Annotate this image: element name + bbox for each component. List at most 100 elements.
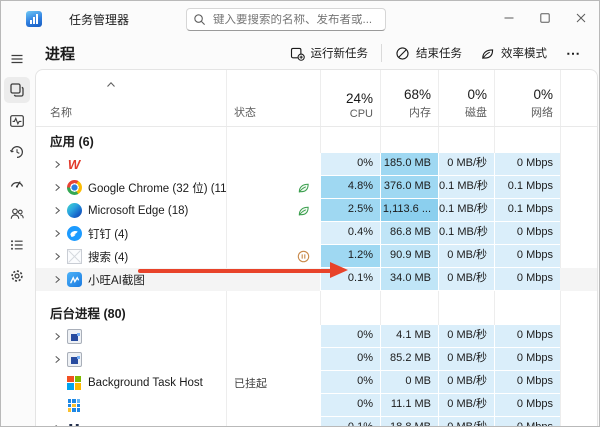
group-header-background-processes[interactable]: 后台进程 (80)	[36, 299, 597, 325]
memory-cell: 1,113.6 ...	[380, 199, 438, 222]
leaf-icon	[297, 204, 310, 217]
expand-chevron-icon[interactable]	[50, 275, 65, 284]
efficiency-mode-label: 效率模式	[501, 45, 547, 61]
sidebar-item-performance[interactable]	[4, 108, 30, 134]
network-cell: 0 Mbps	[494, 348, 560, 371]
annotation-arrow-head	[330, 262, 348, 278]
search-box[interactable]	[186, 8, 386, 31]
chrome-icon	[66, 180, 82, 196]
network-cell: 0 Mbps	[494, 325, 560, 348]
disk-cell: 0.1 MB/秒	[438, 199, 494, 222]
expand-chevron-icon[interactable]	[50, 332, 65, 341]
expand-chevron-icon[interactable]	[50, 160, 65, 169]
annotation-arrow-line	[138, 269, 332, 273]
maximize-icon	[540, 13, 550, 23]
expand-chevron-icon[interactable]	[50, 229, 65, 238]
column-header-memory[interactable]: 68% 内存	[380, 87, 438, 126]
group-header-apps[interactable]: 应用 (6)	[36, 127, 597, 153]
run-new-task-button[interactable]: 运行新任务	[281, 41, 378, 65]
table-row[interactable]: 钉钉 (4) 0.4% 86.8 MB 0.1 MB/秒 0 Mbps	[36, 222, 597, 245]
table-header: 名称 状态 24% CPU 68% 内存 0% 磁盘	[36, 70, 597, 127]
close-icon	[576, 13, 586, 23]
process-rows: 应用 (6) W 0% 185.0 MB 0 MB/秒 0 Mbps	[36, 127, 597, 427]
column-header-status[interactable]: 状态	[226, 104, 320, 126]
disk-cell: 0 MB/秒	[438, 153, 494, 176]
window-controls	[491, 1, 599, 35]
cpu-cell: 0%	[320, 325, 380, 348]
status-cell	[226, 245, 320, 268]
network-cell: 0 Mbps	[494, 417, 560, 427]
end-task-button[interactable]: 结束任务	[386, 41, 471, 65]
table-row[interactable]: 0.1% 18.8 MB 0 MB/秒 0 Mbps	[36, 417, 597, 427]
expand-chevron-icon[interactable]	[50, 206, 65, 215]
table-row[interactable]: Background Task Host 已挂起 0% 0 MB 0 MB/秒 …	[36, 371, 597, 394]
sidebar-item-services[interactable]	[4, 263, 30, 289]
table-row[interactable]: Microsoft Edge (18) 2.5% 1,113.6 ... 0.1…	[36, 199, 597, 222]
efficiency-mode-icon	[480, 46, 495, 61]
table-row[interactable]: W 0% 185.0 MB 0 MB/秒 0 Mbps	[36, 153, 597, 176]
network-cell: 0.1 Mbps	[494, 199, 560, 222]
memory-cell: 376.0 MB	[380, 176, 438, 199]
cpu-cell: 0%	[320, 394, 380, 417]
sidebar-item-users[interactable]	[4, 201, 30, 227]
network-cell: 0 Mbps	[494, 153, 560, 176]
memory-cell: 90.9 MB	[380, 245, 438, 268]
table-row[interactable]: Google Chrome (32 位) (11) 4.8% 376.0 MB …	[36, 176, 597, 199]
window-title: 任务管理器	[69, 11, 129, 28]
network-cell: 0 Mbps	[494, 394, 560, 417]
sidebar-item-startup-apps[interactable]	[4, 170, 30, 196]
disk-cell: 0 MB/秒	[438, 417, 494, 427]
network-cell: 0.1 Mbps	[494, 176, 560, 199]
close-button[interactable]	[563, 1, 599, 35]
search-input[interactable]	[213, 14, 379, 26]
wps-icon: W	[66, 157, 82, 173]
dark-app-icon	[66, 421, 82, 427]
disk-cell: 0.1 MB/秒	[438, 176, 494, 199]
expand-chevron-icon[interactable]	[50, 183, 65, 192]
network-cell: 0 Mbps	[494, 222, 560, 245]
process-table: 名称 状态 24% CPU 68% 内存 0% 磁盘	[35, 69, 598, 427]
table-row[interactable]: 搜索 (4) 1.2% 90.9 MB 0 MB/秒 0 Mbps	[36, 245, 597, 268]
column-header-name[interactable]: 名称	[36, 104, 226, 126]
processes-icon	[9, 82, 25, 98]
sidebar-item-processes[interactable]	[4, 77, 30, 103]
minimize-icon	[504, 13, 514, 23]
column-header-network[interactable]: 0% 网络	[494, 87, 560, 126]
more-options-button[interactable]: ⋯	[556, 45, 591, 62]
table-row[interactable]: 0% 4.1 MB 0 MB/秒 0 Mbps	[36, 325, 597, 348]
network-cell: 0 Mbps	[494, 268, 560, 291]
sidebar	[1, 37, 33, 426]
memory-cell: 18.8 MB	[380, 417, 438, 427]
cpu-cell: 0%	[320, 348, 380, 371]
column-header-disk[interactable]: 0% 磁盘	[438, 87, 494, 126]
expand-chevron-icon[interactable]	[50, 252, 65, 261]
status-cell	[226, 417, 320, 427]
sidebar-item-app-history[interactable]	[4, 139, 30, 165]
column-header-cpu[interactable]: 24% CPU	[320, 91, 380, 126]
task-manager-window: 任务管理器	[0, 0, 600, 427]
disk-total-percent: 0%	[438, 87, 487, 102]
disk-cell: 0 MB/秒	[438, 245, 494, 268]
dingtalk-icon	[66, 226, 82, 242]
status-suspended-label: 已挂起	[234, 375, 267, 391]
titlebar: 任务管理器	[1, 1, 599, 37]
maximize-button[interactable]	[527, 1, 563, 35]
cpu-cell: 0%	[320, 371, 380, 394]
table-row[interactable]: 0% 85.2 MB 0 MB/秒 0 Mbps	[36, 348, 597, 371]
sidebar-menu-button[interactable]	[4, 46, 30, 72]
placeholder-app-icon	[66, 249, 82, 265]
memory-cell: 4.1 MB	[380, 325, 438, 348]
status-cell	[226, 176, 320, 199]
run-new-task-icon	[290, 46, 305, 61]
efficiency-mode-button[interactable]: 效率模式	[471, 41, 556, 65]
leaf-icon	[297, 181, 310, 194]
disk-cell: 0 MB/秒	[438, 268, 494, 291]
sidebar-item-details[interactable]	[4, 232, 30, 258]
memory-cell: 0 MB	[380, 371, 438, 394]
table-row[interactable]: 0% 11.1 MB 0 MB/秒 0 Mbps	[36, 394, 597, 417]
expand-chevron-icon[interactable]	[50, 355, 65, 364]
search-icon	[193, 13, 206, 26]
performance-icon	[9, 113, 25, 129]
memory-cell: 185.0 MB	[380, 153, 438, 176]
minimize-button[interactable]	[491, 1, 527, 35]
